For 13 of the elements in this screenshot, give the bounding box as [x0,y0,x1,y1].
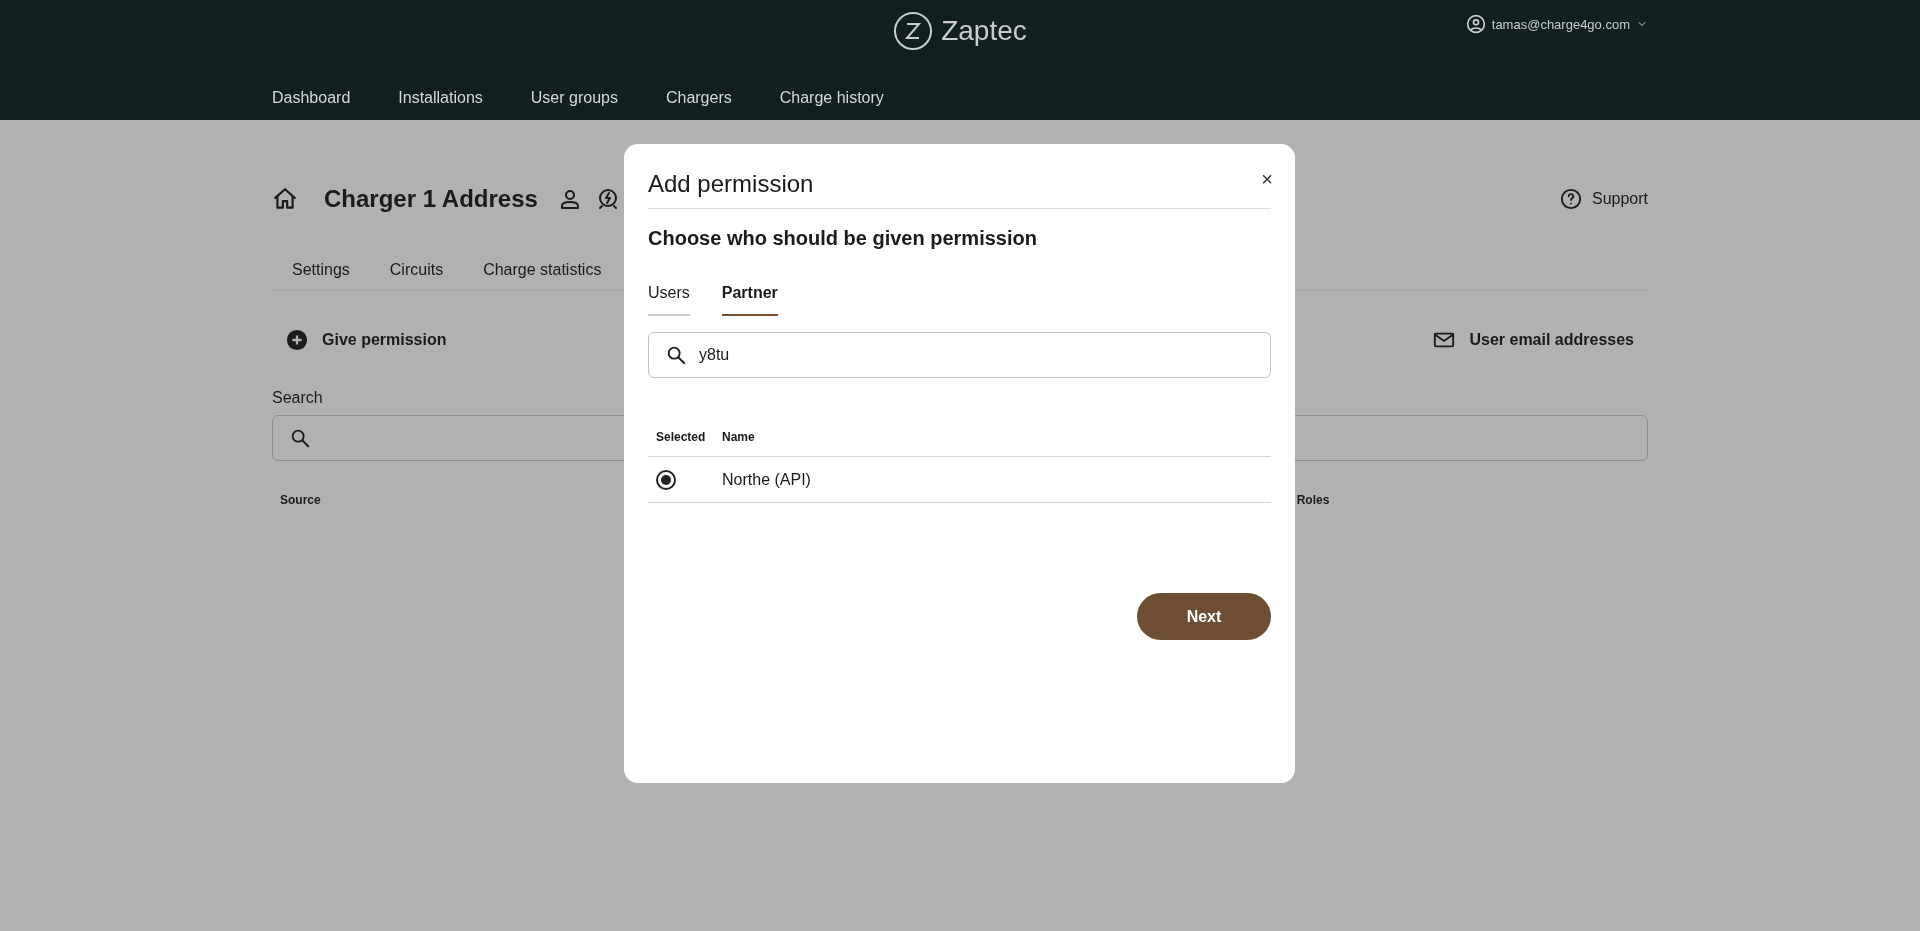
brand-name: Zaptec [941,15,1027,47]
support-label: Support [1591,190,1648,208]
account-email: tamas@charge4go.com [1491,16,1630,32]
column-header: Name [722,430,756,444]
column-header: Source [280,493,321,507]
user-emails-label: User email addresses [1469,331,1634,349]
dialog-heading: Choose who should be given permission [648,227,1038,250]
table-cell-text: Northe (API) [722,470,812,489]
column-header: Selected [656,430,707,444]
page-title: Charger 1 Address [324,185,538,213]
search-label: Search [272,389,324,407]
column-header: Roles [1296,493,1330,507]
give-permission-label: Give permission [322,331,447,349]
